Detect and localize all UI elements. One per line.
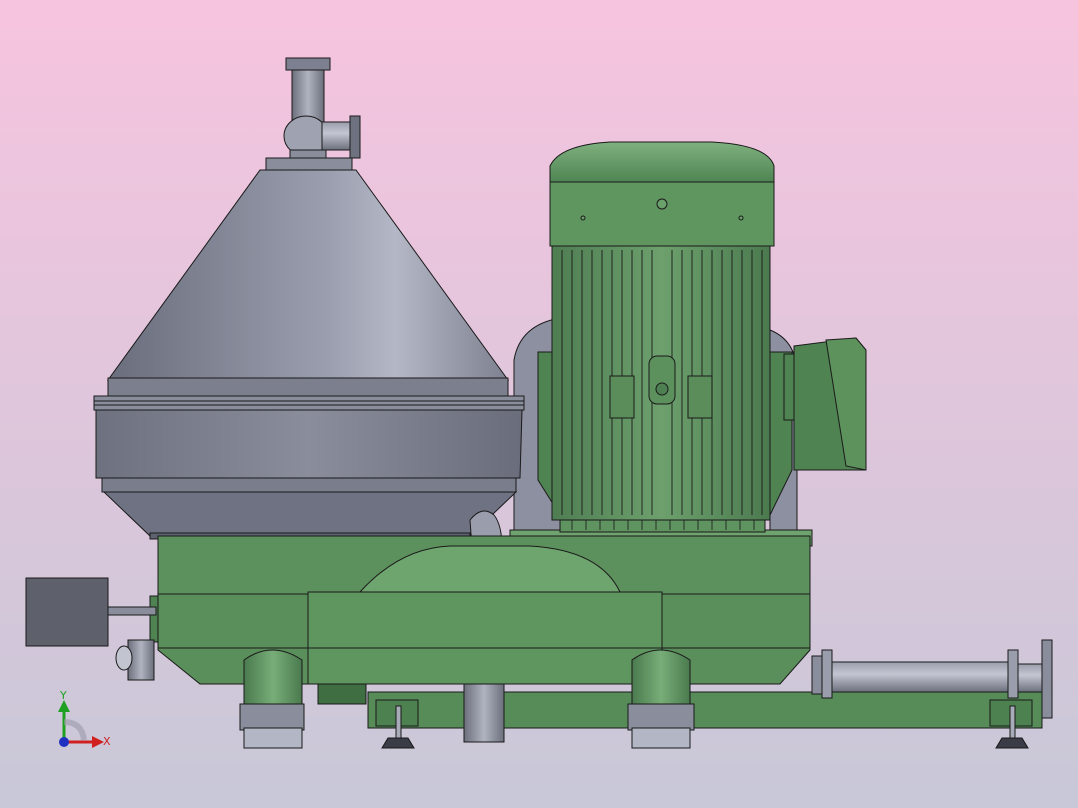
brake-shaft	[107, 606, 157, 616]
conveyor-tube	[831, 661, 1011, 693]
cowl-screw-left	[580, 215, 586, 221]
level-foot-left[interactable]	[381, 737, 415, 749]
left-leg-foot	[243, 727, 303, 749]
conveyor-end-tube	[1017, 663, 1045, 693]
left-inlet-end	[115, 645, 133, 671]
conveyor-flange-left	[811, 655, 823, 695]
outlet-stub	[321, 121, 353, 151]
drain-pipe	[463, 683, 505, 743]
conveyor-collar-right	[1007, 649, 1019, 699]
center-leg-foot	[631, 727, 691, 749]
center-leg-boot	[627, 703, 695, 731]
conveyor-end-flange[interactable]	[1041, 639, 1053, 719]
brake-box[interactable]	[25, 577, 109, 647]
motor-fan-cap	[549, 141, 775, 183]
bowl-lower-cone	[102, 491, 518, 537]
cone-top-ring	[265, 157, 353, 171]
model-canvas[interactable]: Y X	[0, 0, 1078, 808]
motor-lifting-lug	[648, 355, 676, 405]
cone-band	[107, 377, 509, 397]
cowl-screw-right	[738, 215, 744, 221]
level-foot-left-screw	[395, 705, 402, 739]
triad-x-label: X	[103, 735, 111, 748]
triad-y-label: Y	[59, 689, 67, 702]
triad-z-axis	[59, 737, 69, 747]
base-front-panel	[307, 591, 663, 685]
left-leg	[243, 649, 303, 709]
conveyor-collar	[821, 649, 833, 699]
motor-plate-right	[687, 375, 713, 419]
level-foot-right-screw	[1009, 705, 1016, 739]
inlet-cap[interactable]	[285, 57, 331, 71]
cad-viewport[interactable]: Y X	[0, 0, 1078, 808]
lifting-lug-hole	[655, 382, 669, 396]
left-leg-boot	[239, 703, 305, 731]
base-vent[interactable]	[317, 683, 367, 705]
cowl-screw-center	[656, 198, 668, 210]
motor-nameplate[interactable]	[609, 375, 635, 419]
bowl-body	[95, 409, 523, 479]
outlet-flange[interactable]	[349, 115, 361, 159]
center-leg	[631, 649, 691, 709]
motor-fan-cowl	[549, 181, 775, 247]
level-foot-right[interactable]	[995, 737, 1029, 749]
top-collar	[289, 149, 327, 159]
bowl-lower-band	[101, 477, 517, 493]
lid-flange	[93, 395, 525, 411]
